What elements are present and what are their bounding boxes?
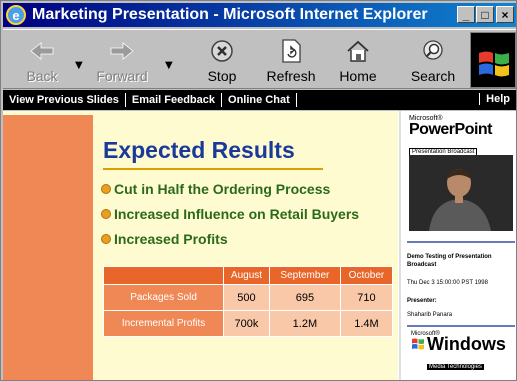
bullet-dot-icon xyxy=(101,184,111,194)
presenter-label: Presenter: xyxy=(407,298,437,304)
window-title: Marketing Presentation - Microsoft Inter… xyxy=(32,6,428,23)
help-link[interactable]: Help xyxy=(479,93,510,105)
presenter-name: Shaharib Panara xyxy=(407,312,453,318)
search-label: Search xyxy=(410,68,456,84)
close-button[interactable]: × xyxy=(496,6,514,23)
bullet-item: Increased Profits xyxy=(101,231,228,247)
bullet-text: Cut in Half the Ordering Process xyxy=(114,181,331,197)
search-icon xyxy=(418,36,448,66)
windows-media-logo: Microsoft® Windows Media Technologies xyxy=(411,331,511,370)
refresh-label: Refresh xyxy=(266,68,316,84)
bullet-item: Increased Influence on Retail Buyers xyxy=(101,206,359,222)
row-label: Incremental Profits xyxy=(102,310,225,337)
back-label: Back xyxy=(26,68,58,84)
table-cell: 710 xyxy=(339,284,394,311)
bullet-text: Increased Profits xyxy=(114,231,228,247)
powerpoint-logo: Microsoft® PowerPoint Presentation Broad… xyxy=(409,115,513,156)
refresh-icon xyxy=(276,36,306,66)
forward-button[interactable]: Forward xyxy=(87,30,157,88)
stop-button[interactable]: Stop xyxy=(197,30,247,88)
table-header-cell xyxy=(102,266,225,285)
powerpoint-logo-name: PowerPoint xyxy=(409,121,493,138)
bullet-dot-icon xyxy=(101,234,111,244)
forward-dropdown-icon[interactable]: ▼ xyxy=(165,60,173,71)
table-row: Packages Sold 500 695 710 xyxy=(102,284,394,311)
title-underline xyxy=(103,168,323,170)
windows-flag-icon xyxy=(412,338,424,350)
online-chat-link[interactable]: Online Chat xyxy=(222,93,297,107)
table-cell: 1.2M xyxy=(268,310,341,337)
stop-icon xyxy=(207,36,237,66)
home-label: Home xyxy=(339,68,377,84)
search-button[interactable]: Search xyxy=(405,30,461,88)
email-feedback-link[interactable]: Email Feedback xyxy=(126,93,223,107)
forward-arrow-icon xyxy=(107,36,137,66)
table-cell: 695 xyxy=(268,284,341,311)
slide-title: Expected Results xyxy=(103,137,295,163)
refresh-button[interactable]: Refresh xyxy=(261,30,321,88)
slide-nav-bar: View Previous Slides Email Feedback Onli… xyxy=(3,90,516,110)
home-icon xyxy=(343,36,373,66)
table-cell: 1.4M xyxy=(339,310,394,337)
results-table: August September October Packages Sold 5… xyxy=(102,266,394,337)
presenter-video[interactable] xyxy=(409,155,513,231)
title-bar[interactable]: e Marketing Presentation - Microsoft Int… xyxy=(3,3,516,27)
minimize-button[interactable]: _ xyxy=(457,6,475,23)
back-arrow-icon xyxy=(27,36,57,66)
back-button[interactable]: Back xyxy=(17,30,67,88)
sidebar-divider xyxy=(407,241,515,243)
slide-accent-bar xyxy=(3,115,93,380)
back-dropdown-icon[interactable]: ▼ xyxy=(75,60,83,71)
table-cell: 500 xyxy=(223,284,270,311)
event-title: Demo Testing of Presentation Broadcast xyxy=(407,254,492,268)
slide-frame: Expected Results Cut in Half the Orderin… xyxy=(3,111,398,380)
windows-media-logo-name: Windows xyxy=(427,334,506,354)
row-label: Packages Sold xyxy=(102,284,225,311)
bullet-dot-icon xyxy=(101,209,111,219)
page-content: Expected Results Cut in Half the Orderin… xyxy=(3,111,516,380)
stop-label: Stop xyxy=(207,68,237,84)
event-datetime: Thu Dec 3 15:00:00 PST 1998 xyxy=(407,280,488,286)
table-cell: 700k xyxy=(223,310,270,337)
home-button[interactable]: Home xyxy=(333,30,383,88)
internet-explorer-icon[interactable]: e xyxy=(6,5,26,25)
forward-label: Forward xyxy=(96,68,148,84)
toolbar: Back ▼ Forward ▼ Stop Refresh Home Searc… xyxy=(3,29,516,89)
table-header-row: August September October xyxy=(102,266,394,285)
table-row: Incremental Profits 700k 1.2M 1.4M xyxy=(102,310,394,337)
browser-window: e Marketing Presentation - Microsoft Int… xyxy=(0,0,517,381)
broadcast-sidebar: Microsoft® PowerPoint Presentation Broad… xyxy=(399,111,516,380)
windows-media-logo-sub: Media Technologies xyxy=(427,364,484,370)
bullet-text: Increased Influence on Retail Buyers xyxy=(114,206,360,222)
table-header-cell: August xyxy=(223,266,270,285)
bullet-item: Cut in Half the Ordering Process xyxy=(101,181,330,197)
maximize-button[interactable]: □ xyxy=(476,6,494,23)
table-header-cell: September xyxy=(268,266,341,285)
view-previous-slides-link[interactable]: View Previous Slides xyxy=(3,93,126,107)
sidebar-divider xyxy=(407,325,515,327)
table-header-cell: October xyxy=(339,266,394,285)
windows-throbber-logo xyxy=(470,32,516,88)
